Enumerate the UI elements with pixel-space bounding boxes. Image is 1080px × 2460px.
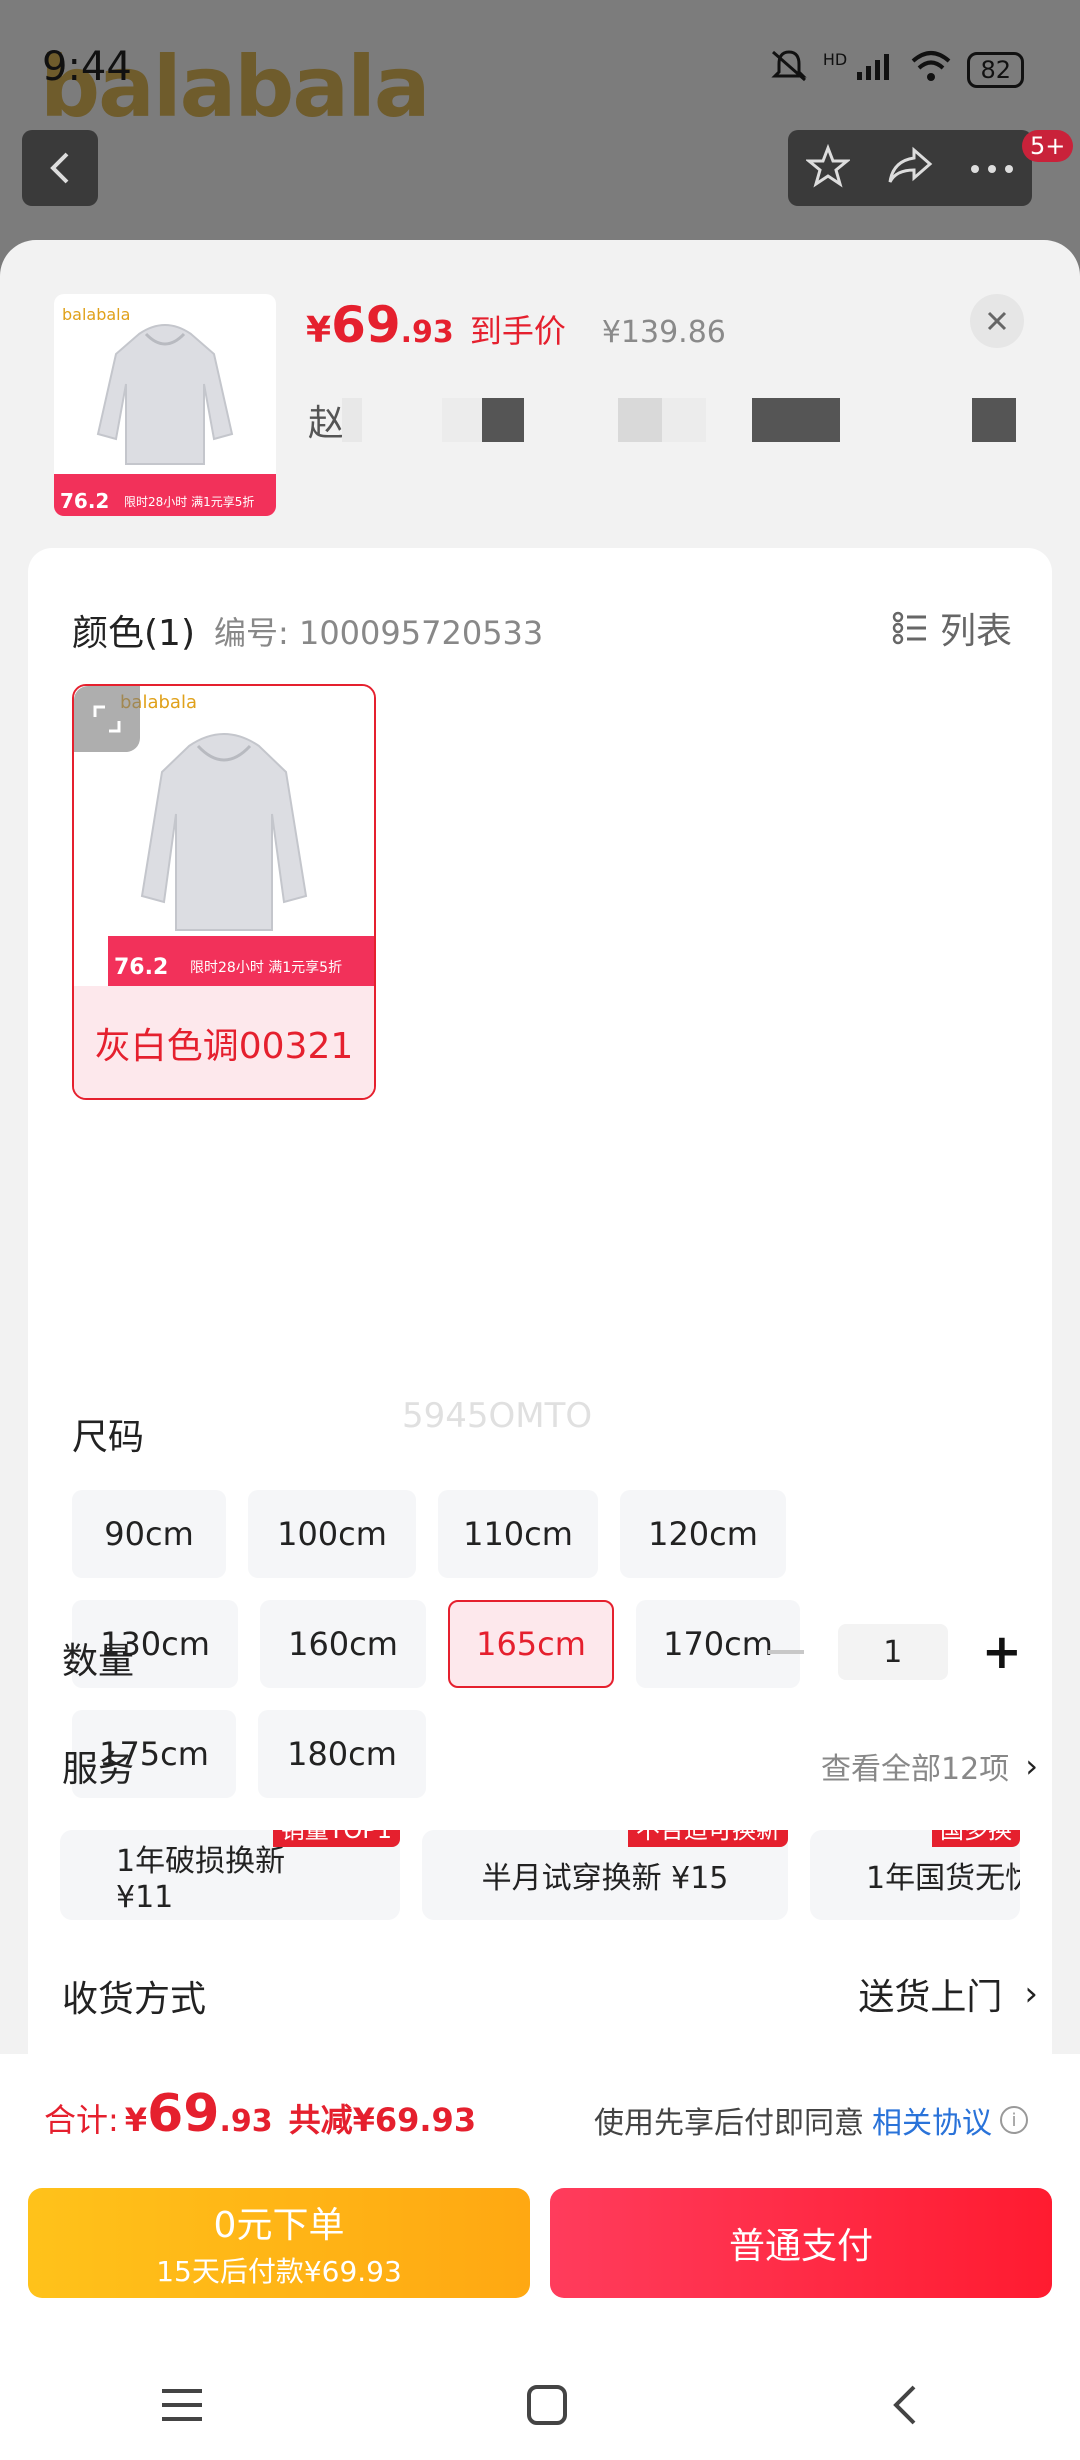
quantity-increase-button[interactable]: + bbox=[982, 1628, 1022, 1676]
mute-icon bbox=[769, 48, 809, 91]
list-icon bbox=[892, 611, 926, 645]
size-option[interactable]: 120cm bbox=[620, 1490, 786, 1578]
service-option[interactable]: 1年破损换新 ¥11 销量TOP1 bbox=[60, 1830, 400, 1920]
thumb-promo-price: 76.2 bbox=[60, 489, 109, 513]
notification-badge: 5+ bbox=[1022, 130, 1074, 162]
thumb-brand: balabala bbox=[62, 305, 130, 324]
chevron-right-icon: › bbox=[1024, 1974, 1038, 2014]
service-title: 服务 bbox=[62, 1749, 135, 1790]
service-option[interactable]: 半月试穿换新 ¥15 不合适可换新 bbox=[422, 1830, 788, 1920]
size-section-title: 尺码 bbox=[72, 1417, 145, 1458]
price-row: ¥69.93 到手价 ¥139.86 bbox=[306, 296, 726, 354]
quantity-value[interactable]: 1 bbox=[837, 1624, 948, 1680]
service-badge: 销量TOP1 bbox=[272, 1830, 400, 1847]
background-page: balabala 9:44 HD 82 5+ bbox=[0, 0, 1080, 250]
close-button[interactable] bbox=[970, 294, 1024, 348]
size-option-selected[interactable]: 165cm bbox=[448, 1600, 614, 1688]
color-option[interactable]: balabala 76.2 限时28小时 满1元享5折 灰白色调00321 bbox=[72, 684, 376, 1100]
total-price: 合计: ¥69.93 共减¥69.93 bbox=[44, 2084, 477, 2144]
redacted-block bbox=[752, 398, 840, 442]
quantity-decrease-button[interactable] bbox=[767, 1650, 804, 1654]
page-back-button[interactable] bbox=[22, 130, 98, 206]
agreement-note: 使用先享后付即同意 相关协议 i bbox=[594, 2098, 1028, 2142]
pay-later-button[interactable]: 0元下单 15天后付款¥69.93 bbox=[28, 2188, 530, 2298]
system-nav-bar bbox=[0, 2354, 1080, 2460]
deal-price: ¥69.93 bbox=[306, 296, 454, 354]
normal-pay-button[interactable]: 普通支付 bbox=[550, 2188, 1052, 2298]
top-action-bar bbox=[788, 130, 1032, 206]
expand-icon[interactable] bbox=[74, 686, 140, 752]
size-option[interactable]: 100cm bbox=[248, 1490, 416, 1578]
more-icon[interactable] bbox=[970, 159, 1014, 178]
quantity-title: 数量 bbox=[62, 1641, 135, 1682]
signal-icon: HD bbox=[823, 50, 896, 89]
home-icon[interactable] bbox=[525, 2383, 569, 2431]
original-price: ¥139.86 bbox=[601, 315, 726, 350]
selected-spec-summary: 赵 bbox=[308, 390, 1028, 446]
status-time: 9:44 bbox=[42, 44, 132, 90]
list-view-button[interactable]: 列表 bbox=[892, 602, 1012, 654]
redacted-block bbox=[442, 398, 482, 442]
redacted-block bbox=[342, 398, 362, 442]
delivery-title: 收货方式 bbox=[62, 1979, 207, 2020]
size-row: 130cm 160cm 165cm 170cm bbox=[72, 1600, 800, 1688]
back-icon[interactable] bbox=[890, 2383, 920, 2431]
menu-icon[interactable] bbox=[160, 2385, 204, 2429]
watermark-text: 5945OMTO bbox=[402, 1396, 593, 1436]
service-options: 1年破损换新 ¥11 销量TOP1 半月试穿换新 ¥15 不合适可换新 1年国货… bbox=[60, 1830, 1020, 1920]
size-option[interactable]: 90cm bbox=[72, 1490, 226, 1578]
redacted-block bbox=[662, 398, 706, 442]
svg-text:限时28小时 满1元享5折: 限时28小时 满1元享5折 bbox=[190, 959, 342, 976]
delivery-option[interactable]: 送货上门 › bbox=[858, 1968, 1038, 2020]
close-icon bbox=[987, 311, 1007, 331]
size-option[interactable]: 110cm bbox=[438, 1490, 598, 1578]
item-code: 编号: 100095720533 bbox=[214, 614, 544, 652]
redacted-block bbox=[618, 398, 662, 442]
service-option[interactable]: 1年国货无忧 国多换 bbox=[810, 1830, 1020, 1920]
status-icons: HD 82 bbox=[769, 48, 1024, 91]
color-section-title: 颜色(1) bbox=[72, 613, 195, 654]
list-label: 列表 bbox=[939, 611, 1012, 652]
redacted-block bbox=[972, 398, 1016, 442]
size-row: 90cm 100cm 110cm 120cm bbox=[72, 1490, 786, 1578]
color-option-label: 灰白色调00321 bbox=[74, 986, 374, 1098]
agreement-link[interactable]: 相关协议 bbox=[872, 2098, 992, 2142]
info-icon[interactable]: i bbox=[1000, 2106, 1028, 2134]
quantity-stepper: 1 + bbox=[767, 1624, 1022, 1680]
spec-prefix: 赵 bbox=[308, 403, 345, 444]
wifi-icon bbox=[909, 49, 953, 90]
product-thumbnail: balabala 76.2 限时28小时 满1元享5折 bbox=[54, 294, 276, 516]
service-more-link[interactable]: 查看全部12项 › bbox=[821, 1744, 1038, 1788]
size-option[interactable]: 160cm bbox=[260, 1600, 426, 1688]
service-badge: 国多换 bbox=[932, 1830, 1020, 1847]
favorite-star-icon[interactable] bbox=[804, 143, 852, 192]
svg-text:76.2: 76.2 bbox=[114, 955, 168, 980]
total-saving: 共减¥69.93 bbox=[288, 2101, 477, 2139]
size-option[interactable]: 180cm bbox=[258, 1710, 426, 1798]
chevron-right-icon: › bbox=[1025, 1747, 1038, 1785]
deal-price-tag: 到手价 bbox=[469, 312, 566, 350]
thumb-promo-text: 限时28小时 满1元享5折 bbox=[124, 494, 254, 509]
service-badge: 不合适可换新 bbox=[628, 1830, 788, 1847]
share-icon[interactable] bbox=[886, 146, 934, 190]
checkout-footer: 合计: ¥69.93 共减¥69.93 使用先享后付即同意 相关协议 i 0元下单… bbox=[0, 2054, 1080, 2460]
redacted-block bbox=[482, 398, 524, 442]
battery-icon: 82 bbox=[967, 51, 1024, 88]
